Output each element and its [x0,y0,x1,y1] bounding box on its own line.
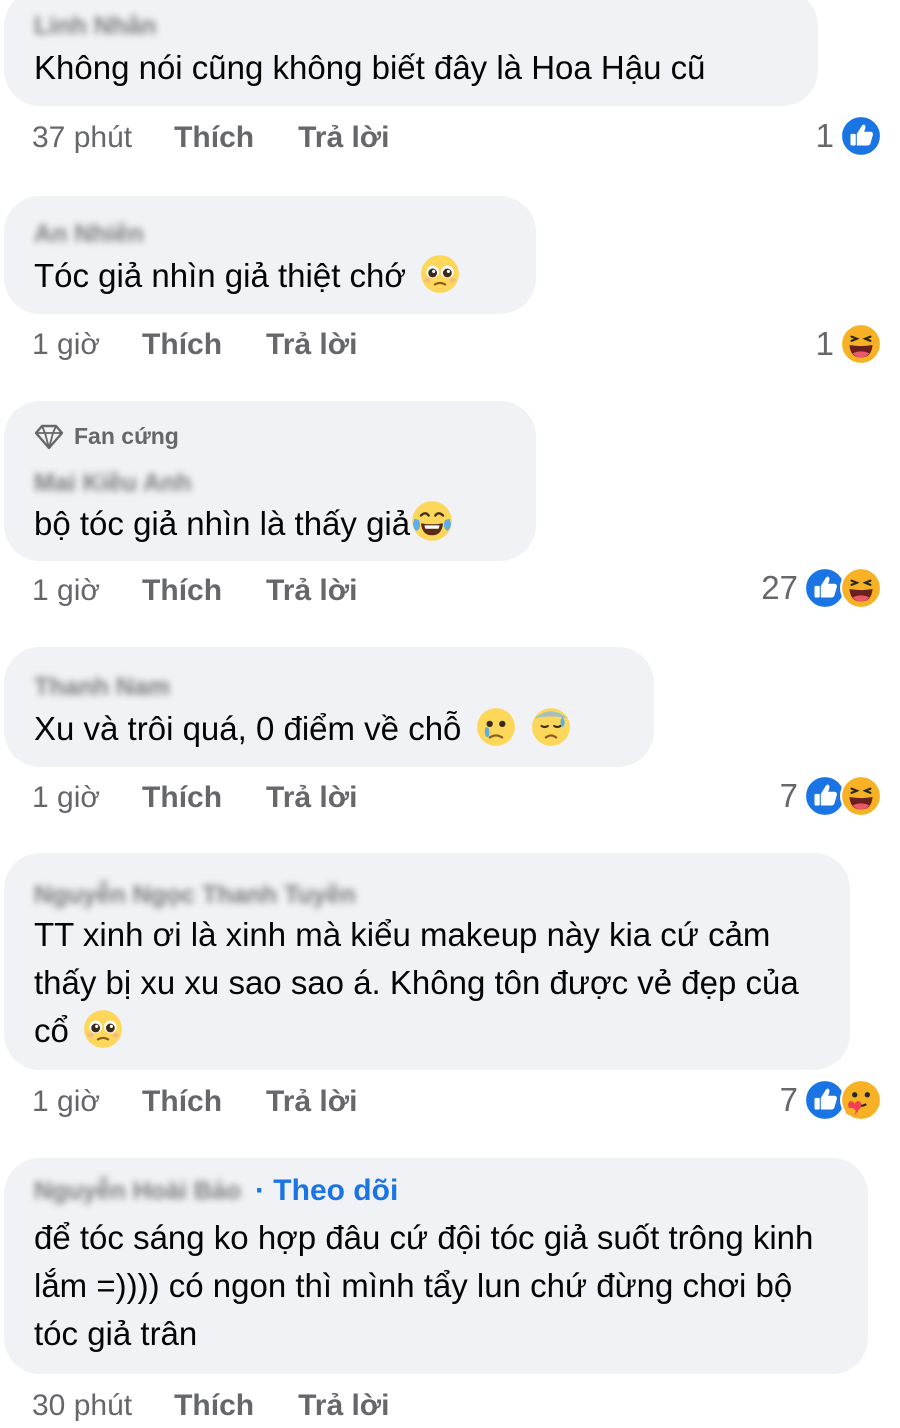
top-fan-badge: Fan cứng [34,423,179,450]
like-button[interactable]: Thích [142,781,222,815]
comment-time: 1 giờ [32,328,101,361]
diamond-icon [34,424,64,449]
haha-icon [840,567,882,609]
comment-bubble: An Nhiên Tóc giả nhìn giả thiệt chớ [4,196,536,314]
follow-button[interactable]: · Theo dõi [255,1174,398,1208]
like-button[interactable]: Thích [142,328,222,362]
downcast-sweat-icon [530,706,572,748]
comment-meta: 1 giờ Thích Trả lời [32,325,357,365]
comment-text: để tóc sáng ko hợp đâu cứ đội tóc giả su… [34,1219,814,1352]
like-button[interactable]: Thích [142,574,222,608]
reaction-summary[interactable]: 1 [816,322,882,366]
reaction-summary[interactable]: 27 [761,566,882,610]
comment-time: 1 giờ [32,574,101,607]
care-icon [840,1079,882,1121]
like-button[interactable]: Thích [174,121,254,155]
reaction-summary[interactable]: 1 [816,114,882,158]
comment-text: TT xinh ơi là xinh mà kiểu makeup này ki… [34,911,826,1055]
comment-meta: 1 giờ Thích Trả lời [32,1082,357,1122]
comment-author[interactable]: An Nhiên [34,220,144,249]
comment-time: 37 phút [32,121,133,154]
like-icon [840,115,882,157]
pleading-face-icon [419,253,461,295]
comment-time: 1 giờ [32,1085,101,1118]
reaction-count: 7 [779,1081,798,1118]
comment-time: 1 giờ [32,781,101,814]
comment-meta: 30 phút Thích Trả lời [32,1386,389,1426]
comment-text-content: Xu và trôi quá, 0 điểm về chỗ [34,710,462,747]
comment-meta: 1 giờ Thích Trả lời [32,571,357,611]
comment-author[interactable]: Nguyễn Ngọc Thanh Tuyền [34,881,356,910]
comment-author[interactable]: Thanh Nam [34,673,170,702]
reply-button[interactable]: Trả lời [266,328,357,362]
comment-text-content: Tóc giả nhìn giả thiệt chớ [34,257,407,294]
comment-bubble: Nguyễn Ngọc Thanh Tuyền TT xinh ơi là xi… [4,853,850,1070]
comment-text-content: TT xinh ơi là xinh mà kiểu makeup này ki… [34,916,799,1049]
reaction-count: 27 [761,569,798,606]
reply-button[interactable]: Trả lời [298,1389,389,1423]
reaction-count: 1 [815,325,834,362]
comment-author[interactable]: Nguyễn Hoài Bảo [34,1177,241,1206]
comment-bubble: Nguyễn Hoài Bảo · Theo dõi để tóc sáng k… [4,1158,868,1374]
reaction-summary[interactable]: 7 [780,774,882,818]
comment-time: 30 phút [32,1389,133,1422]
comment-text: Không nói cũng không biết đây là Hoa Hậu… [34,49,706,86]
pleading-face-icon [82,1008,124,1050]
comment-text: Tóc giả nhìn giả thiệt chớ [34,252,512,300]
tears-of-joy-icon [410,499,454,543]
comment-text-content: bộ tóc giả nhìn là thấy giả [34,505,411,542]
like-button[interactable]: Thích [174,1389,254,1423]
comment-text: bộ tóc giả nhìn là thấy giả [34,499,512,548]
reaction-count: 7 [779,777,798,814]
holding-back-tears-icon [475,706,517,748]
comment-meta: 1 giờ Thích Trả lời [32,778,357,818]
reaction-count: 1 [815,117,834,154]
comment-author[interactable]: Mai Kiều Anh [34,469,191,498]
badge-label: Fan cứng [74,423,179,449]
comment-bubble: Thanh Nam Xu và trôi quá, 0 điểm về chỗ [4,647,654,767]
reply-button[interactable]: Trả lời [266,1085,357,1119]
comment-meta: 37 phút Thích Trả lời [32,118,389,158]
reply-button[interactable]: Trả lời [266,781,357,815]
haha-icon [840,323,882,365]
comment-bubble: Linh Nhân Không nói cũng không biết đây … [4,0,818,106]
reaction-summary[interactable]: 7 [780,1078,882,1122]
comment-author[interactable]: Linh Nhân [34,12,156,41]
like-button[interactable]: Thích [142,1085,222,1119]
reply-button[interactable]: Trả lời [266,574,357,608]
comment-text: Xu và trôi quá, 0 điểm về chỗ [34,705,630,753]
comment-header: Nguyễn Hoài Bảo · Theo dõi [34,1174,398,1208]
reply-button[interactable]: Trả lời [298,121,389,155]
haha-icon [840,775,882,817]
comment-bubble: Fan cứng Mai Kiều Anh bộ tóc giả nhìn là… [4,401,536,561]
